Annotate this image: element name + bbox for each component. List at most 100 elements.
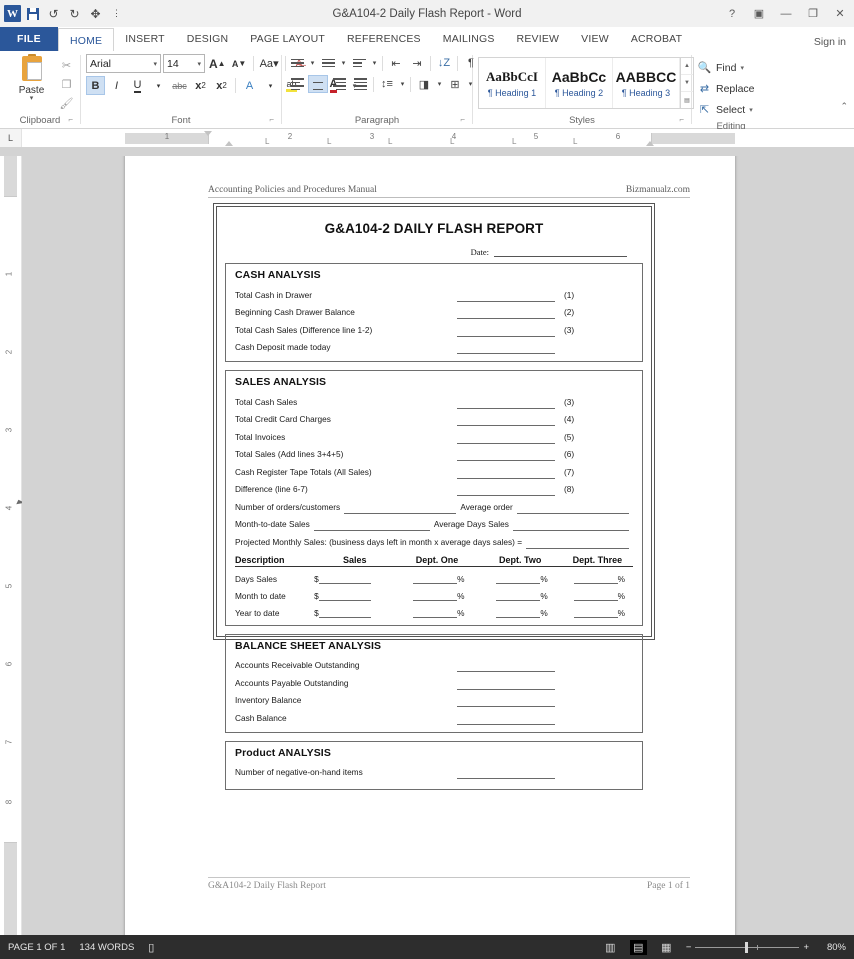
paragraph-dialog-launcher-icon[interactable]: ⌐ [460,113,465,127]
shading-icon[interactable]: ◨ [414,75,434,93]
tab-stop-marker[interactable]: L [327,137,331,146]
fill-line[interactable] [457,679,555,690]
customize-qat-icon[interactable]: ⋮ [107,4,126,23]
text-effects-icon[interactable]: A [240,76,259,95]
fill-line[interactable] [512,520,629,531]
italic-button[interactable]: I [107,76,126,95]
fill-line[interactable] [496,573,541,584]
fill-line[interactable] [457,768,555,779]
numbering-icon[interactable] [318,54,338,72]
borders-icon[interactable]: ⊞ [445,75,465,93]
find-button[interactable]: 🔍 Find ▾ [697,57,744,78]
undo-icon[interactable]: ↺ [44,4,63,23]
font-size-input[interactable]: 14 ▾ [163,54,205,73]
multilevel-dropdown-icon[interactable]: ▾ [370,54,379,72]
touch-mode-icon[interactable]: ✥ [86,4,105,23]
vertical-ruler[interactable]: 1 2 3 4 5 6 7 8 [0,156,25,935]
tab-view[interactable]: VIEW [570,27,620,51]
chevron-down-icon[interactable]: ▾ [150,60,157,68]
web-layout-icon[interactable]: ▦ [658,940,675,955]
decrease-indent-icon[interactable]: ⇤ [386,54,406,72]
find-dropdown-icon[interactable]: ▾ [740,64,744,72]
numbering-dropdown-icon[interactable]: ▾ [339,54,348,72]
fill-line[interactable] [457,433,555,444]
zoom-track[interactable] [695,941,800,953]
help-icon[interactable]: ? [724,8,740,20]
format-painter-icon[interactable]: 🖌 [58,95,75,111]
tab-acrobat[interactable]: ACROBAT [620,27,693,51]
styles-gallery[interactable]: AaBbCcI ¶ Heading 1 AaBbCc ¶ Heading 2 A… [478,57,694,109]
tab-insert[interactable]: INSERT [114,27,176,51]
fill-line[interactable] [457,326,555,337]
clipboard-dialog-launcher-icon[interactable]: ⌐ [68,113,73,127]
fill-line[interactable] [344,503,457,514]
select-button[interactable]: ⇱ Select ▾ [697,99,753,120]
paste-dropdown-icon[interactable]: ▾ [30,95,34,102]
fill-line[interactable] [496,590,541,601]
fill-line[interactable] [457,343,555,354]
zoom-out-button[interactable]: − [686,942,692,953]
shading-dropdown-icon[interactable]: ▾ [435,75,444,93]
zoom-in-button[interactable]: + [803,942,809,953]
fill-line[interactable] [573,607,618,618]
bullets-dropdown-icon[interactable]: ▾ [308,54,317,72]
select-dropdown-icon[interactable]: ▾ [749,106,753,114]
fill-line[interactable] [457,291,555,302]
sign-in-link[interactable]: Sign in [814,36,854,51]
underline-dropdown-icon[interactable]: ▾ [149,76,168,95]
date-input-line[interactable] [494,248,627,257]
fill-line[interactable] [457,450,555,461]
zoom-level-label[interactable]: 80% [820,942,846,953]
first-line-indent-marker[interactable] [204,131,212,136]
chevron-down-icon[interactable]: ▾ [194,60,201,68]
change-case-icon[interactable]: Aa ▾ [258,54,281,73]
tab-file[interactable]: FILE [0,27,58,51]
tab-stop-selector[interactable]: L [0,129,22,147]
strikethrough-button[interactable]: abc [170,76,189,95]
document-page[interactable]: Accounting Policies and Procedures Manua… [125,156,735,935]
fill-line[interactable] [496,607,541,618]
style-heading-1[interactable]: AaBbCcI ¶ Heading 1 [479,58,546,108]
tab-references[interactable]: REFERENCES [336,27,432,51]
zoom-thumb[interactable] [745,941,749,953]
collapse-ribbon-icon[interactable]: ⌃ [840,101,848,112]
fill-line[interactable] [516,503,630,514]
tab-design[interactable]: DESIGN [176,27,239,51]
text-effects-dropdown-icon[interactable]: ▾ [261,76,280,95]
fill-line[interactable] [457,696,555,707]
align-center-icon[interactable] [308,75,328,93]
close-icon[interactable]: ✕ [832,7,848,20]
fill-line[interactable] [573,573,618,584]
fill-line[interactable] [457,468,555,479]
multilevel-list-icon[interactable] [349,54,369,72]
tab-page-layout[interactable]: PAGE LAYOUT [239,27,336,51]
fill-line[interactable] [413,607,458,618]
fill-line[interactable] [457,485,555,496]
read-mode-icon[interactable]: ▥ [602,940,619,955]
copy-icon[interactable]: ❐ [58,76,75,92]
grow-font-icon[interactable]: A ▲ [207,54,228,73]
fill-line[interactable] [457,415,555,426]
minimize-icon[interactable]: — [778,8,794,20]
document-canvas[interactable]: Accounting Policies and Procedures Manua… [22,156,854,935]
fill-line[interactable] [313,520,430,531]
ruler-track[interactable]: 1 2 3 4 5 6 L L L L L L [22,129,854,147]
fill-line[interactable] [457,398,555,409]
bullets-icon[interactable] [287,54,307,72]
tab-home[interactable]: HOME [57,28,115,52]
proofing-icon[interactable]: ▯ [148,941,154,954]
fill-line[interactable] [526,538,629,549]
fill-line[interactable] [573,590,618,601]
bold-button[interactable]: B [86,76,105,95]
cut-icon[interactable]: ✂ [58,57,75,73]
replace-button[interactable]: ⇄ Replace [697,78,755,99]
left-indent-marker[interactable] [225,141,233,146]
styles-dialog-launcher-icon[interactable]: ⌐ [679,113,684,127]
paste-button[interactable]: Paste ▾ [5,54,58,102]
fill-line[interactable] [457,308,555,319]
tab-stop-marker[interactable]: L [573,137,577,146]
fill-line[interactable] [457,714,555,725]
tab-review[interactable]: REVIEW [506,27,571,51]
underline-button[interactable]: U [128,76,147,95]
ribbon-display-options-icon[interactable]: ▣ [751,7,767,20]
